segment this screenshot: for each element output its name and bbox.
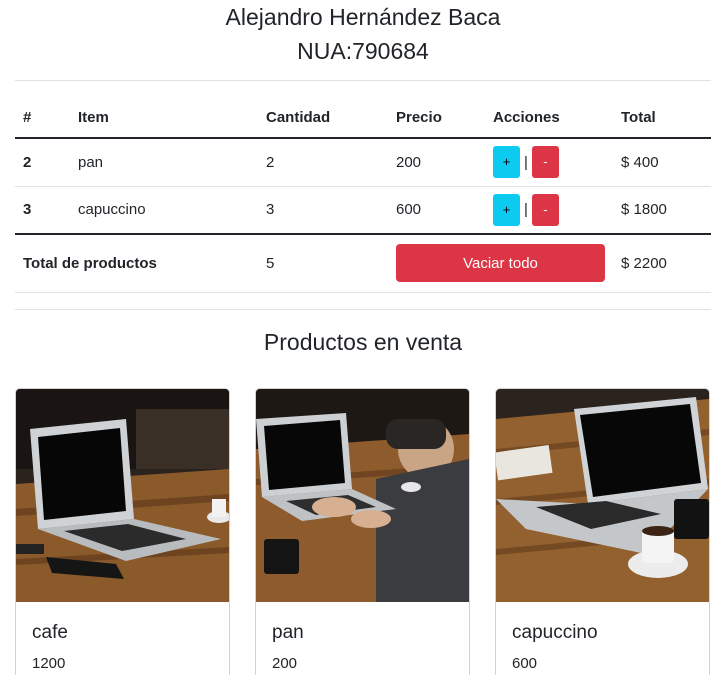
product-image: [496, 388, 709, 602]
action-separator: |: [524, 153, 528, 171]
product-image: [16, 388, 229, 602]
row-actions: + | -: [485, 137, 613, 186]
column-header-number: #: [15, 98, 70, 139]
empty-cart-cell: Vaciar todo: [388, 233, 613, 293]
row-total: $ 1800: [613, 185, 711, 234]
total-products-count: 5: [258, 233, 388, 293]
table-row: 2 pan 2 200 + | - $ 400: [15, 137, 711, 186]
product-card: capuccino 600: [495, 387, 710, 675]
row-quantity: 2: [258, 137, 388, 186]
cart-table: # Item Cantidad Precio Acciones Total 2 …: [15, 98, 711, 293]
grand-total: $ 2200: [613, 233, 711, 293]
column-header-item: Item: [70, 98, 258, 139]
action-separator: |: [524, 201, 528, 219]
row-id: 2: [15, 137, 70, 186]
row-item: pan: [70, 137, 258, 186]
increase-button[interactable]: +: [493, 146, 520, 179]
product-price: 600: [512, 654, 538, 672]
increase-button[interactable]: +: [493, 193, 520, 226]
product-card-body: cafe 1200: [16, 602, 229, 675]
row-item: capuccino: [70, 185, 258, 234]
product-name: pan: [272, 621, 304, 643]
page-container: Alejandro Hernández Baca NUA:790684 # It…: [15, 0, 711, 675]
student-nua: NUA:790684: [297, 38, 429, 64]
product-price: 200: [272, 654, 298, 672]
row-price: 600: [388, 185, 485, 234]
products-section-title: Productos en venta: [263, 328, 463, 355]
cart-header-row: # Item Cantidad Precio Acciones Total: [15, 98, 711, 139]
product-name: cafe: [32, 621, 68, 643]
row-quantity: 3: [258, 185, 388, 234]
product-card-body: pan 200: [256, 602, 469, 675]
divider: [15, 80, 711, 81]
product-image: [256, 388, 469, 602]
cart-footer-row: Total de productos 5 Vaciar todo $ 2200: [15, 233, 711, 293]
page-header: Alejandro Hernández Baca NUA:790684: [15, 0, 711, 66]
total-products-label: Total de productos: [15, 233, 258, 293]
product-name: capuccino: [512, 621, 598, 643]
decrease-button[interactable]: -: [531, 193, 559, 226]
decrease-button[interactable]: -: [531, 146, 559, 179]
row-price: 200: [388, 137, 485, 186]
row-total: $ 400: [613, 137, 711, 186]
divider: [15, 308, 711, 310]
product-card-body: capuccino 600: [496, 602, 709, 675]
row-actions: + | -: [485, 185, 613, 234]
empty-cart-button[interactable]: Vaciar todo: [396, 244, 605, 283]
row-id: 3: [15, 185, 70, 234]
product-grid: cafe 1200 pan 200 capuccino 600: [15, 387, 711, 675]
column-header-total: Total: [613, 98, 711, 139]
column-header-actions: Acciones: [485, 98, 613, 139]
column-header-price: Precio: [388, 98, 485, 139]
product-card: pan 200: [255, 387, 470, 675]
product-price: 1200: [32, 654, 66, 672]
product-card: cafe 1200: [15, 387, 230, 675]
column-header-quantity: Cantidad: [258, 98, 388, 139]
student-name: Alejandro Hernández Baca: [225, 4, 501, 30]
table-row: 3 capuccino 3 600 + | - $ 1800: [15, 185, 711, 234]
